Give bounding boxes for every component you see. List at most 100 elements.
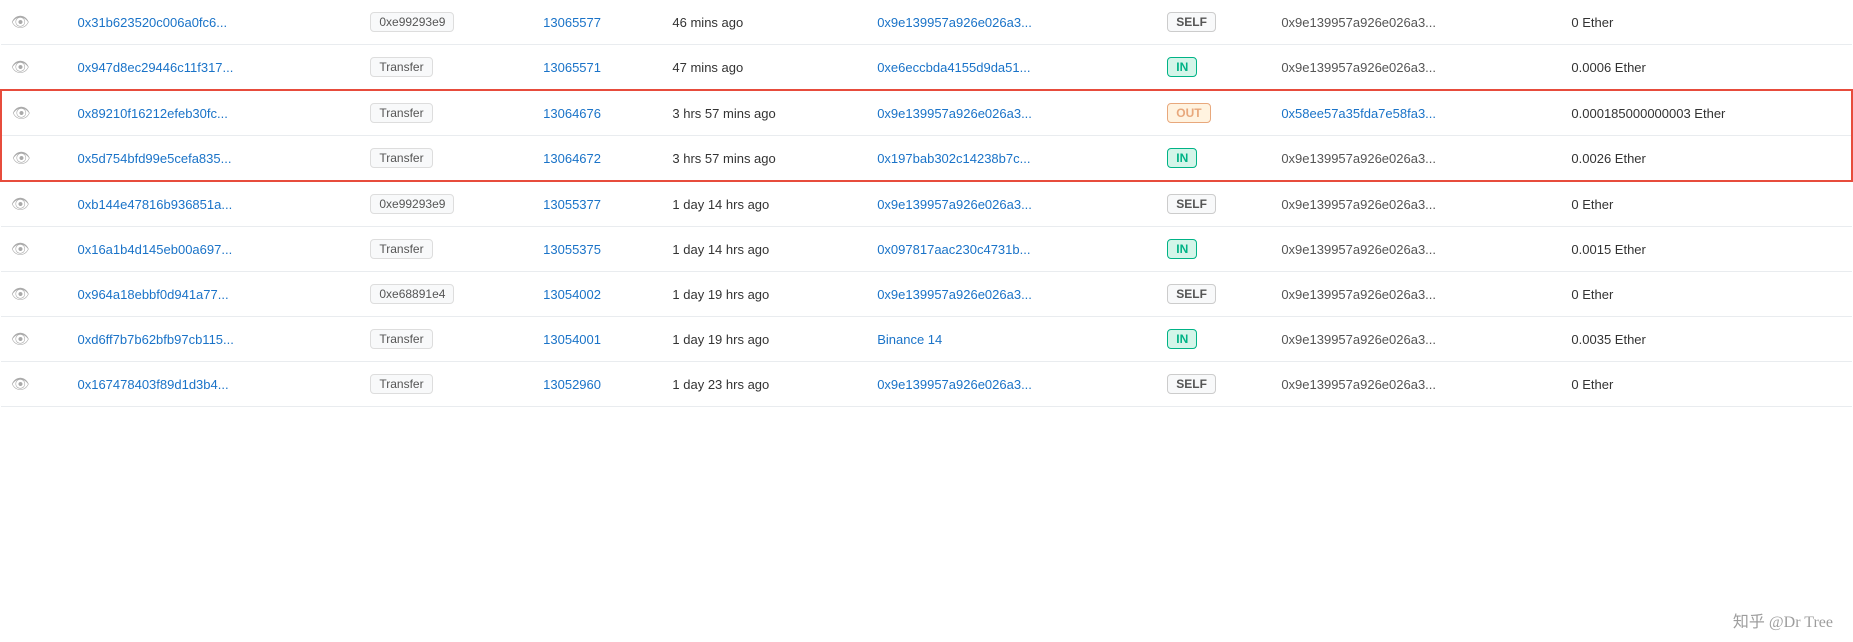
method-badge: Transfer <box>370 103 432 123</box>
block-link[interactable]: 13055377 <box>543 197 601 212</box>
table-row: 👁 0x16a1b4d145eb00a697... Transfer 13055375… <box>1 227 1852 272</box>
method-cell: Transfer <box>360 45 533 91</box>
block-link[interactable]: 13054001 <box>543 332 601 347</box>
tx-hash-cell: 0x89210f16212efeb30fc... <box>67 90 360 136</box>
tx-hash-cell: 0x964a18ebbf0d941a77... <box>67 272 360 317</box>
from-address-link[interactable]: 0x9e139957a926e026a3... <box>877 106 1032 121</box>
table-row: 👁 0xd6ff7b7b62bfb97cb115... Transfer 130540… <box>1 317 1852 362</box>
from-address-link[interactable]: Binance 14 <box>877 332 942 347</box>
table-row: 👁 0x5d754bfd99e5cefa835... Transfer 1306467… <box>1 136 1852 182</box>
from-cell: 0x197bab302c14238b7c... <box>867 136 1157 182</box>
value-cell: 0.000185000000003 Ether <box>1561 90 1852 136</box>
direction-cell: SELF <box>1157 181 1271 227</box>
eye-cell: 👁 <box>1 181 67 227</box>
block-link[interactable]: 13065577 <box>543 15 601 30</box>
block-link[interactable]: 13054002 <box>543 287 601 302</box>
from-address-link[interactable]: 0x9e139957a926e026a3... <box>877 377 1032 392</box>
from-address-link[interactable]: 0x197bab302c14238b7c... <box>877 151 1030 166</box>
from-address-link[interactable]: 0x9e139957a926e026a3... <box>877 197 1032 212</box>
from-address-link[interactable]: 0x097817aac230c4731b... <box>877 242 1030 257</box>
direction-badge: OUT <box>1167 103 1210 123</box>
block-cell: 13065577 <box>533 0 662 45</box>
direction-cell: IN <box>1157 227 1271 272</box>
to-cell: 0x9e139957a926e026a3... <box>1271 362 1561 407</box>
tx-hash-link[interactable]: 0x964a18ebbf0d941a77... <box>77 287 228 302</box>
eye-cell: 👁 <box>1 362 67 407</box>
method-cell: Transfer <box>360 317 533 362</box>
method-badge: 0xe99293e9 <box>370 12 454 32</box>
to-cell: 0x9e139957a926e026a3... <box>1271 136 1561 182</box>
tx-hash-cell: 0x16a1b4d145eb00a697... <box>67 227 360 272</box>
age-cell: 1 day 19 hrs ago <box>662 272 867 317</box>
tx-hash-link[interactable]: 0x16a1b4d145eb00a697... <box>77 242 232 257</box>
block-cell: 13052960 <box>533 362 662 407</box>
to-address: 0x9e139957a926e026a3... <box>1281 377 1436 392</box>
eye-icon[interactable]: 👁 <box>12 150 31 167</box>
to-cell: 0x9e139957a926e026a3... <box>1271 0 1561 45</box>
age-cell: 3 hrs 57 mins ago <box>662 136 867 182</box>
block-link[interactable]: 13052960 <box>543 377 601 392</box>
block-cell: 13064672 <box>533 136 662 182</box>
to-address: 0x9e139957a926e026a3... <box>1281 332 1436 347</box>
eye-icon[interactable]: 👁 <box>11 14 30 31</box>
direction-cell: IN <box>1157 45 1271 91</box>
direction-badge: IN <box>1167 148 1197 168</box>
eye-cell: 👁 <box>1 0 67 45</box>
eye-icon[interactable]: 👁 <box>11 376 30 393</box>
eye-icon[interactable]: 👁 <box>11 59 30 76</box>
method-badge: Transfer <box>370 57 432 77</box>
from-address-link[interactable]: 0xe6eccbda4155d9da51... <box>877 60 1030 75</box>
tx-hash-link[interactable]: 0x5d754bfd99e5cefa835... <box>77 151 231 166</box>
tx-hash-link[interactable]: 0x167478403f89d1d3b4... <box>77 377 228 392</box>
from-address-link[interactable]: 0x9e139957a926e026a3... <box>877 15 1032 30</box>
to-cell: 0x9e139957a926e026a3... <box>1271 272 1561 317</box>
direction-badge: IN <box>1167 57 1197 77</box>
tx-hash-link[interactable]: 0x947d8ec29446c11f317... <box>77 60 233 75</box>
direction-cell: IN <box>1157 136 1271 182</box>
value-cell: 0.0026 Ether <box>1561 136 1852 182</box>
eye-icon[interactable]: 👁 <box>12 105 31 122</box>
from-cell: 0x9e139957a926e026a3... <box>867 181 1157 227</box>
method-cell: 0xe99293e9 <box>360 0 533 45</box>
block-cell: 13055377 <box>533 181 662 227</box>
method-cell: 0xe68891e4 <box>360 272 533 317</box>
from-cell: 0xe6eccbda4155d9da51... <box>867 45 1157 91</box>
table-row: 👁0x167478403f89d1d3b4...Transfer13052960… <box>1 362 1852 407</box>
value-cell: 0 Ether <box>1561 181 1852 227</box>
tx-hash-link[interactable]: 0xd6ff7b7b62bfb97cb115... <box>77 332 233 347</box>
eye-icon[interactable]: 👁 <box>11 241 30 258</box>
block-link[interactable]: 13055375 <box>543 242 601 257</box>
tx-hash-link[interactable]: 0xb144e47816b936851a... <box>77 197 232 212</box>
table-row: 👁 0x947d8ec29446c11f317... Transfer 1306557… <box>1 45 1852 91</box>
eye-cell: 👁 <box>1 90 67 136</box>
tx-hash-link[interactable]: 0x31b623520c006a0fc6... <box>77 15 227 30</box>
tx-hash-cell: 0xb144e47816b936851a... <box>67 181 360 227</box>
block-link[interactable]: 13064676 <box>543 106 601 121</box>
block-cell: 13054001 <box>533 317 662 362</box>
from-cell: 0x9e139957a926e026a3... <box>867 90 1157 136</box>
to-address: 0x9e139957a926e026a3... <box>1281 287 1436 302</box>
direction-badge: SELF <box>1167 284 1216 304</box>
from-address-link[interactable]: 0x9e139957a926e026a3... <box>877 287 1032 302</box>
tx-hash-cell: 0x31b623520c006a0fc6... <box>67 0 360 45</box>
to-address: 0x9e139957a926e026a3... <box>1281 60 1436 75</box>
value-cell: 0 Ether <box>1561 272 1852 317</box>
method-badge: 0xe68891e4 <box>370 284 454 304</box>
transaction-table: 👁 0x31b623520c006a0fc6... 0xe99293e9 130655… <box>0 0 1853 407</box>
to-address-link[interactable]: 0x58ee57a35fda7e58fa3... <box>1281 106 1436 121</box>
tx-hash-link[interactable]: 0x89210f16212efeb30fc... <box>77 106 227 121</box>
method-cell: Transfer <box>360 227 533 272</box>
method-badge: Transfer <box>370 148 432 168</box>
value-cell: 0 Ether <box>1561 362 1852 407</box>
block-link[interactable]: 13064672 <box>543 151 601 166</box>
to-cell: 0x9e139957a926e026a3... <box>1271 317 1561 362</box>
eye-icon[interactable]: 👁 <box>11 286 30 303</box>
eye-icon[interactable]: 👁 <box>11 196 30 213</box>
block-link[interactable]: 13065571 <box>543 60 601 75</box>
eye-icon[interactable]: 👁 <box>11 331 30 348</box>
direction-cell: IN <box>1157 317 1271 362</box>
age-cell: 1 day 14 hrs ago <box>662 227 867 272</box>
direction-badge: SELF <box>1167 374 1216 394</box>
to-cell: 0x9e139957a926e026a3... <box>1271 227 1561 272</box>
to-address: 0x9e139957a926e026a3... <box>1281 242 1436 257</box>
